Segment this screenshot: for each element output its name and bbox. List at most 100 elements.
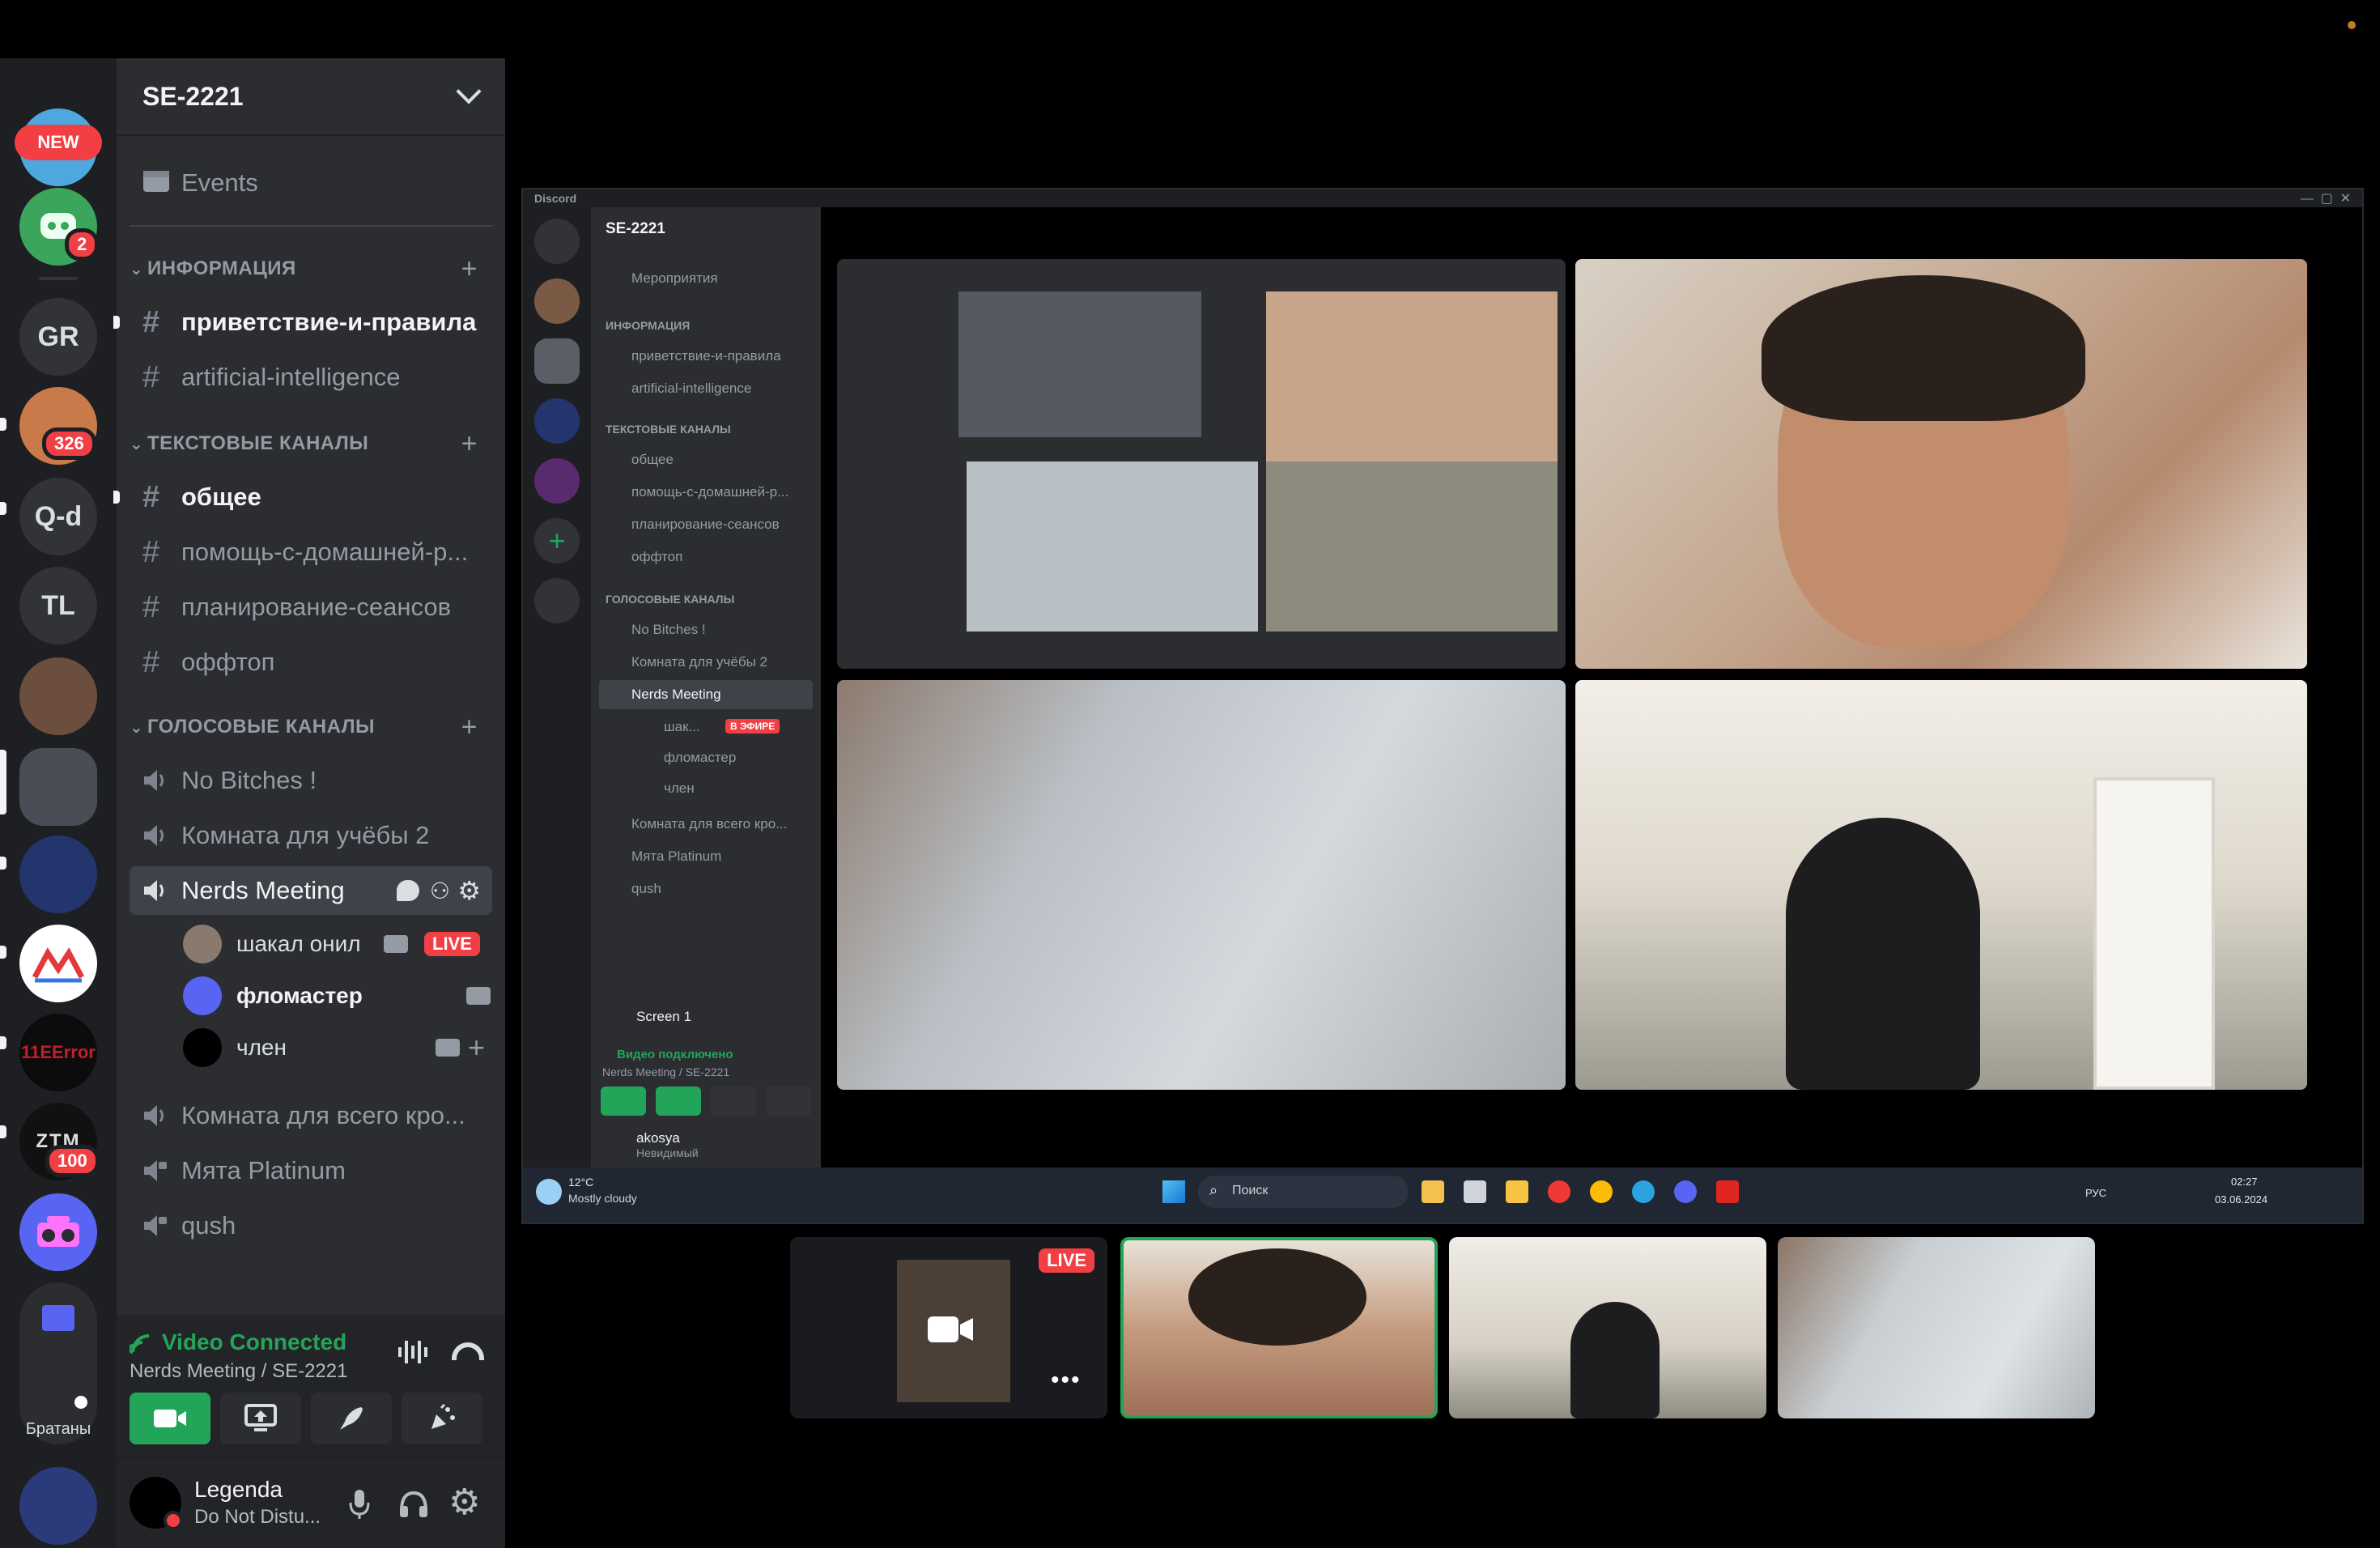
server-name: SE-2221 xyxy=(142,81,244,111)
inner-voice: Nerds Meeting xyxy=(631,687,721,702)
inner-category: ГОЛОСОВЫЕ КАНАЛЫ xyxy=(606,593,735,606)
server-icon-city[interactable] xyxy=(19,836,97,913)
gear-icon[interactable]: ⚙ xyxy=(457,875,481,906)
channel-item[interactable]: # планирование-сеансов xyxy=(130,583,492,632)
server-icon-boombox[interactable] xyxy=(19,1193,97,1271)
category-label: ТЕКСТОВЫЕ КАНАЛЫ xyxy=(147,432,369,454)
channel-item[interactable]: # общее xyxy=(130,473,492,521)
inner-screen-label: Screen 1 xyxy=(636,1009,692,1024)
discord-avatar xyxy=(183,976,222,1015)
unread-pill xyxy=(0,946,6,959)
server-header[interactable]: SE-2221 xyxy=(117,58,505,136)
hash-icon: # xyxy=(142,479,160,514)
inner-channel: помощь-с-домашней-р... xyxy=(631,484,789,500)
channel-item[interactable]: # приветствие-и-правила xyxy=(130,298,492,347)
add-channel-icon[interactable]: + xyxy=(461,428,478,460)
add-channel-icon[interactable]: + xyxy=(461,712,478,743)
screen-share-stream[interactable]: Discord — ▢ ✕ + SE-2221 Мероприятия ИНФО… xyxy=(521,188,2364,1224)
chevron-down-icon: ⌄ xyxy=(130,435,144,453)
voice-channel[interactable]: Комната для учёбы 2 xyxy=(130,811,492,860)
voice-channel[interactable]: Комната для всего кро... xyxy=(130,1091,492,1140)
app-icon xyxy=(1422,1180,1444,1203)
channel-label: qush xyxy=(181,1211,236,1240)
inner-channel-sidebar: SE-2221 Мероприятия ИНФОРМАЦИЯ приветств… xyxy=(591,207,821,1167)
door-shape xyxy=(2093,777,2215,1090)
server-icon-art[interactable] xyxy=(19,1467,97,1545)
inner-events: Мероприятия xyxy=(631,270,718,286)
voice-connection-panel: Video Connected Nerds Meeting / SE-2221 xyxy=(117,1315,505,1457)
unread-pill xyxy=(0,1036,6,1049)
category-voice[interactable]: ⌄ ГОЛОСОВЫЕ КАНАЛЫ + xyxy=(123,711,499,743)
voice-location[interactable]: Nerds Meeting / SE-2221 xyxy=(130,1360,347,1383)
category-text[interactable]: ⌄ ТЕКСТОВЫЕ КАНАЛЫ + xyxy=(123,427,499,460)
weather-text: Mostly cloudy xyxy=(568,1192,637,1205)
rail-divider xyxy=(39,277,78,280)
noise-suppression-icon[interactable] xyxy=(397,1337,429,1367)
server-icon-qd[interactable]: Q-d xyxy=(19,478,97,555)
mention-badge: 100 xyxy=(45,1145,100,1177)
windows-taskbar: 12°C Mostly cloudy ⌕ Поиск РУС 02:27 03.… xyxy=(523,1167,2362,1223)
inner-channel: общее xyxy=(631,452,674,467)
server-icon-se2221[interactable] xyxy=(19,748,97,826)
channel-label: Мята Platinum xyxy=(181,1156,346,1184)
plus-icon[interactable]: + xyxy=(468,1031,485,1065)
settings-gear-icon[interactable]: ⚙ xyxy=(448,1482,480,1523)
locked-speaker-icon xyxy=(142,1159,181,1183)
pdf-icon xyxy=(1716,1180,1739,1203)
channel-item[interactable]: # оффтоп xyxy=(130,638,492,687)
chevron-down-icon xyxy=(456,79,482,104)
microphone-icon[interactable] xyxy=(348,1488,371,1525)
soundboard-button[interactable] xyxy=(402,1393,482,1444)
inner-screen-tile xyxy=(837,259,1566,669)
voice-status[interactable]: Video Connected xyxy=(162,1329,346,1355)
participant-thumbnail-speaking[interactable] xyxy=(1120,1237,1438,1418)
hair-shape xyxy=(1188,1248,1366,1346)
signal-icon xyxy=(128,1331,154,1355)
channel-label: Комната для учёбы 2 xyxy=(181,821,430,849)
events-item[interactable]: Events xyxy=(130,159,492,207)
mention-badge: 2 xyxy=(65,228,100,261)
inner-voice-user: фломастер xyxy=(664,750,737,765)
voice-channel-active[interactable]: Nerds Meeting ⚇ ⚙ xyxy=(130,866,492,915)
screen-share-button[interactable] xyxy=(220,1393,301,1444)
add-channel-icon[interactable]: + xyxy=(461,253,478,285)
inner-camera-button xyxy=(601,1087,646,1116)
nested-shirt-tile xyxy=(967,461,1258,632)
voice-user[interactable]: шакал онил LIVE xyxy=(183,921,491,967)
stream-thumbnail[interactable]: LIVE ••• xyxy=(790,1237,1107,1418)
disconnect-icon[interactable] xyxy=(452,1342,484,1360)
server-icon-tl[interactable]: TL xyxy=(19,567,97,644)
invite-icon[interactable]: ⚇ xyxy=(430,878,450,904)
channel-label: планирование-сеансов xyxy=(181,593,452,621)
activity-button[interactable] xyxy=(311,1393,392,1444)
voice-channel[interactable]: No Bitches ! xyxy=(130,756,492,805)
voice-channel[interactable]: Мята Platinum xyxy=(130,1146,492,1195)
telegram-icon xyxy=(1632,1180,1655,1203)
channel-item[interactable]: # artificial-intelligence xyxy=(130,353,492,402)
chat-icon[interactable] xyxy=(397,880,419,901)
server-folder[interactable]: Братаны xyxy=(19,1282,97,1444)
more-icon[interactable]: ••• xyxy=(1051,1367,1082,1394)
headphones-icon[interactable] xyxy=(398,1490,429,1523)
server-icon-portrait[interactable] xyxy=(19,657,97,735)
server-icon-error[interactable]: 11EError xyxy=(19,1014,97,1091)
camera-button[interactable] xyxy=(130,1393,210,1444)
server-icon-gr[interactable]: GR xyxy=(19,298,97,376)
avatar xyxy=(183,1028,222,1067)
participant-thumbnail[interactable] xyxy=(1778,1237,2095,1418)
voice-user[interactable]: член + xyxy=(183,1025,491,1070)
inner-voice: No Bitches ! xyxy=(631,622,706,637)
user-label: шакал онил xyxy=(236,931,361,956)
channel-item[interactable]: # помощь-с-домашней-р... xyxy=(130,528,492,576)
voice-channel[interactable]: qush xyxy=(130,1201,492,1250)
voice-user[interactable]: фломастер xyxy=(183,973,491,1019)
participant-thumbnail[interactable] xyxy=(1449,1237,1766,1418)
unread-pill xyxy=(0,857,6,870)
inner-shirt-tile xyxy=(837,680,1566,1090)
server-icon-m[interactable] xyxy=(19,925,97,1002)
tray-time: 02:27 xyxy=(2231,1176,2258,1188)
category-info[interactable]: ⌄ ИНФОРМАЦИЯ + xyxy=(123,253,499,285)
username[interactable]: Legenda xyxy=(194,1477,283,1503)
weather-temp: 12°C xyxy=(568,1176,594,1189)
inner-voice: Комната для всего кро... xyxy=(631,816,788,831)
